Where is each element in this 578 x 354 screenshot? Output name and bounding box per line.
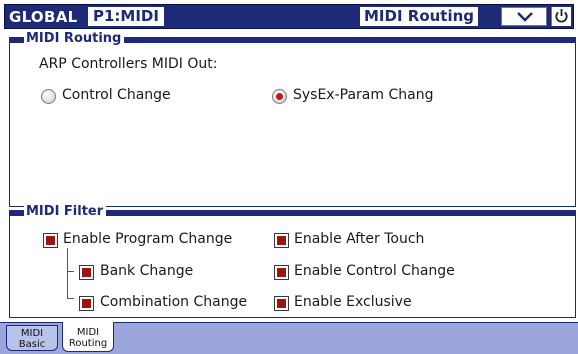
radio-button[interactable] [41, 89, 56, 104]
midi-filter-panel: MIDI Filter Enable Program Change Bank C… [9, 204, 576, 318]
checkbox[interactable] [274, 265, 289, 280]
power-icon [555, 9, 568, 23]
checkbox-label[interactable]: Bank Change [100, 263, 193, 279]
radio-button-selected[interactable] [272, 89, 287, 104]
screen: GLOBAL P1:MIDI MIDI Routing MIDI Routing… [0, 0, 578, 354]
section-title: MIDI Routing [360, 7, 479, 26]
page-menu-button[interactable] [501, 7, 547, 26]
page-title[interactable]: P1:MIDI [88, 7, 164, 26]
checkbox[interactable] [274, 233, 289, 248]
checkbox[interactable] [43, 233, 58, 248]
tab-label-line1: MIDI [76, 327, 100, 338]
checkbox[interactable] [274, 296, 289, 311]
mode-title: GLOBAL [9, 8, 78, 26]
tab-label-line2: Routing [68, 338, 108, 349]
tab-midi-basic[interactable]: MIDI Basic [6, 325, 58, 351]
panel-lead [12, 211, 24, 215]
midi-routing-panel: MIDI Routing ARP Controllers MIDI Out: C… [9, 31, 576, 207]
radio-label[interactable]: Control Change [62, 87, 171, 103]
midi-routing-title: MIDI Routing [24, 31, 125, 47]
checkbox[interactable] [79, 296, 94, 311]
checkbox-label[interactable]: Enable Control Change [294, 263, 455, 279]
tab-midi-routing[interactable]: MIDI Routing [62, 322, 114, 352]
tree-line-branch [67, 298, 74, 299]
checkbox-label[interactable]: Enable Exclusive [294, 294, 412, 310]
page-tab-strip: MIDI Basic MIDI Routing [0, 322, 578, 354]
header-bar: GLOBAL P1:MIDI MIDI Routing [4, 4, 574, 29]
radio-label[interactable]: SysEx-Param Chang [293, 87, 433, 103]
chevron-down-icon [517, 12, 533, 22]
tab-label-line2: Basic [18, 339, 46, 350]
panel-lead [12, 38, 24, 42]
checkbox[interactable] [79, 265, 94, 280]
checkbox-label[interactable]: Enable After Touch [294, 231, 424, 247]
midi-filter-title: MIDI Filter [24, 204, 107, 220]
tree-line-vertical [67, 248, 68, 299]
checkbox-label[interactable]: Combination Change [100, 294, 247, 310]
tab-label-line1: MIDI [20, 328, 44, 339]
power-button[interactable] [551, 7, 571, 26]
checkbox-label[interactable]: Enable Program Change [63, 231, 232, 247]
tree-line-branch [67, 271, 74, 272]
arp-controllers-label: ARP Controllers MIDI Out: [39, 56, 218, 72]
